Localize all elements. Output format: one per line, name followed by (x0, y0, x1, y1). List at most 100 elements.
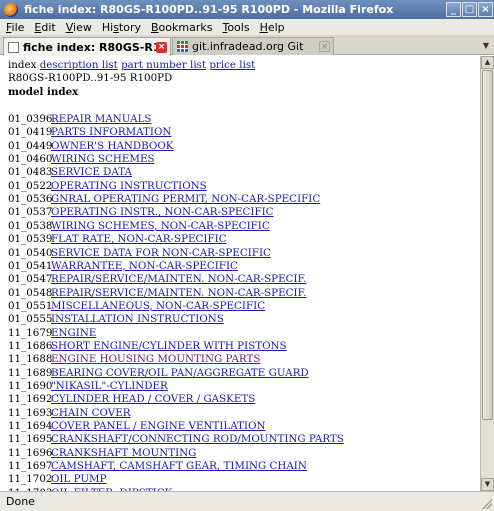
menu-view[interactable]: View (66, 21, 92, 34)
list-item: 01_0483SERVICE DATA (8, 166, 132, 179)
entry-link[interactable]: GNRAL OPERATING PERMIT, NON-CAR-SPECIFIC (51, 193, 320, 205)
list-item: 01_0538WIRING SCHEMES, NON-CAR-SPECIFIC (8, 220, 270, 233)
window-title-bar: fiche index: R80GS-R100PD..91-95 R100PD … (0, 0, 494, 19)
close-tab-icon[interactable]: × (156, 41, 167, 53)
list-item: 01_0551MISCELLANEOUS, NON-CAR-SPECIFIC (8, 300, 265, 313)
entry-code: 01_0540 (8, 246, 53, 259)
tab-label: git.infradead.org Git (192, 40, 304, 53)
entry-code: 01_0551 (8, 299, 53, 312)
list-item: 11_1694COVER PANEL / ENGINE VENTILATION (8, 420, 266, 433)
entry-link[interactable]: REPAIR MANUALS (51, 113, 151, 125)
list-item: 11_1686SHORT ENGINE/CYLINDER WITH PISTON… (8, 340, 287, 353)
entry-link[interactable]: BEARING COVER/OIL PAN/AGGREGATE GUARD (51, 367, 309, 379)
entry-link[interactable]: REPAIR/SERVICE/MAINTEN. NON-CAR-SPECIF. (51, 287, 306, 299)
tab-fiche-index[interactable]: fiche index: R80GS-R10... × (3, 37, 171, 56)
list-item: 01_0419PARTS INFORMATION (8, 126, 171, 139)
vertical-scrollbar[interactable]: ▲ ▼ (480, 56, 494, 491)
entry-code: 01_0555 (8, 313, 53, 326)
entry-link[interactable]: WARRANTEE, NON-CAR-SPECIFIC (51, 260, 238, 272)
scrollbar-thumb[interactable] (482, 70, 493, 420)
menu-edit[interactable]: Edit (34, 21, 55, 34)
close-tab-icon[interactable]: × (319, 41, 330, 52)
entry-code: 01_0419 (8, 126, 53, 139)
entry-link[interactable]: OPERATING INSTR., NON-CAR-SPECIFIC (51, 206, 274, 218)
entry-link[interactable]: ENGINE HOUSING MOUNTING PARTS (51, 353, 260, 365)
entry-link[interactable]: MISCELLANEOUS, NON-CAR-SPECIFIC (51, 300, 265, 312)
scroll-up-icon[interactable]: ▲ (481, 56, 494, 69)
entry-link[interactable]: COVER PANEL / ENGINE VENTILATION (51, 420, 266, 432)
entry-link[interactable]: SERVICE DATA FOR NON-CAR-SPECIFIC (51, 247, 271, 259)
tab-git-infradead[interactable]: git.infradead.org Git × (172, 37, 334, 55)
status-bar: Done (0, 491, 494, 511)
entry-link[interactable]: FLAT RATE, NON-CAR-SPECIFIC (51, 233, 227, 245)
entry-link[interactable]: OPERATING INSTRUCTIONS (51, 180, 207, 192)
tab-list-chevron-icon[interactable]: ▼ (480, 38, 492, 53)
entry-link[interactable]: CHAIN COVER (51, 407, 131, 419)
entry-code: 01_0547 (8, 273, 53, 286)
nav-index-label: index (8, 59, 37, 71)
entry-code: 01_0537 (8, 206, 53, 219)
entry-code: 01_0460 (8, 153, 53, 166)
close-window-button[interactable]: × (478, 2, 493, 17)
list-item: 11_1693CHAIN COVER (8, 407, 131, 420)
entry-link[interactable]: CRANKSHAFT/CONNECTING ROD/MOUNTING PARTS (51, 433, 344, 445)
document-icon (8, 41, 19, 53)
entry-link[interactable]: WIRING SCHEMES, NON-CAR-SPECIFIC (51, 220, 270, 232)
entry-code: 11_1697 (8, 460, 53, 473)
entry-link[interactable]: "NIKASIL"-CYLINDER (51, 380, 168, 392)
list-item: 01_0522OPERATING INSTRUCTIONS (8, 180, 207, 193)
status-text: Done (6, 495, 35, 508)
list-item: 01_0548REPAIR/SERVICE/MAINTEN. NON-CAR-S… (8, 287, 306, 300)
entry-link[interactable]: ENGINE (51, 327, 96, 339)
menu-tools[interactable]: Tools (222, 21, 249, 34)
list-item: 01_0541WARRANTEE, NON-CAR-SPECIFIC (8, 260, 238, 273)
list-item: 01_0540SERVICE DATA FOR NON-CAR-SPECIFIC (8, 247, 271, 260)
entry-code: 11_1693 (8, 406, 53, 419)
window-title: fiche index: R80GS-R100PD..91-95 R100PD … (24, 3, 394, 16)
entry-link[interactable]: REPAIR/SERVICE/MAINTEN. NON-CAR-SPECIF. (51, 273, 306, 285)
entry-code: 01_0538 (8, 219, 53, 232)
price-list-link[interactable]: price list (209, 59, 255, 71)
entry-link[interactable]: SERVICE DATA (51, 166, 132, 178)
part-number-list-link[interactable]: part number list (121, 59, 206, 71)
entry-link[interactable]: CAMSHAFT, CAMSHAFT GEAR, TIMING CHAIN (51, 460, 307, 472)
resize-grip-icon[interactable] (482, 499, 492, 509)
list-item: 01_0396REPAIR MANUALS (8, 113, 151, 126)
entry-code: 11_1679 (8, 326, 53, 339)
entry-link[interactable]: CYLINDER HEAD / COVER / GASKETS (51, 393, 255, 405)
minimize-button[interactable]: _ (446, 2, 461, 17)
tab-bar: fiche index: R80GS-R10... × git.infradea… (0, 35, 494, 56)
list-item: 11_1689BEARING COVER/OIL PAN/AGGREGATE G… (8, 367, 309, 380)
page-heading: model index (8, 86, 79, 98)
list-item: 01_0547REPAIR/SERVICE/MAINTEN. NON-CAR-S… (8, 273, 306, 286)
scroll-down-icon[interactable]: ▼ (481, 478, 494, 491)
entry-link[interactable]: SHORT ENGINE/CYLINDER WITH PISTONS (51, 340, 287, 352)
list-item: 01_0460WIRING SCHEMES (8, 153, 155, 166)
menu-bar: File Edit View History Bookmarks Tools Help (0, 19, 494, 35)
grid-favicon-icon (177, 41, 188, 52)
entry-link[interactable]: INSTALLATION INSTRUCTIONS (51, 313, 224, 325)
menu-file[interactable]: File (6, 21, 24, 34)
entry-link[interactable]: OWNER'S HANDBOOK (51, 140, 173, 152)
menu-history[interactable]: History (102, 21, 141, 34)
entry-code: 11_1694 (8, 420, 53, 433)
menu-help[interactable]: Help (260, 21, 285, 34)
list-item: 11_1695CRANKSHAFT/CONNECTING ROD/MOUNTIN… (8, 433, 344, 446)
tab-label: fiche index: R80GS-R10... (23, 40, 156, 54)
description-list-link[interactable]: description list (40, 59, 118, 71)
entry-link[interactable]: WIRING SCHEMES (51, 153, 155, 165)
entry-code: 01_0536 (8, 193, 53, 206)
entry-code: 01_0522 (8, 179, 53, 192)
entry-code: 11_1690 (8, 380, 53, 392)
firefox-logo-icon (4, 2, 18, 17)
entry-code: 11_1686 (8, 339, 53, 352)
menu-bookmarks[interactable]: Bookmarks (151, 21, 212, 34)
entry-link[interactable]: CRANKSHAFT MOUNTING (51, 447, 196, 459)
entry-link[interactable]: OIL PUMP (51, 473, 107, 485)
maximize-button[interactable]: □ (462, 2, 477, 17)
entry-code: 01_0449 (8, 139, 53, 152)
entry-link[interactable]: PARTS INFORMATION (51, 126, 171, 138)
entry-code: 11_1695 (8, 433, 53, 446)
entry-code: 01_0541 (8, 259, 53, 272)
list-item: 01_0555INSTALLATION INSTRUCTIONS (8, 313, 224, 326)
